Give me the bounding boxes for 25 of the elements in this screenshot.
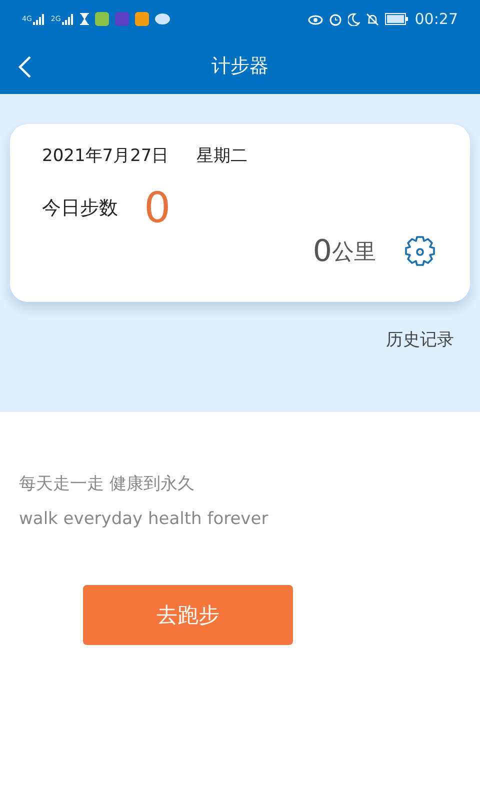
weekday-text: 星期二 xyxy=(196,145,248,167)
muted-bell-icon xyxy=(366,12,379,26)
slogan-text: 每天走一走 健康到永久 xyxy=(19,473,196,495)
steps-label: 今日步数 xyxy=(42,196,118,220)
app-icon xyxy=(134,12,149,26)
chat-icon xyxy=(154,12,170,26)
history-link[interactable]: 历史记录 xyxy=(386,328,454,351)
back-icon[interactable] xyxy=(18,55,32,79)
distance-value: 0 xyxy=(312,234,332,269)
hourglass-icon xyxy=(80,13,89,25)
slogan-english: walk everyday health forever xyxy=(19,509,270,529)
signal-icon xyxy=(62,14,74,24)
signal-icon xyxy=(32,14,45,24)
step-count: 0 xyxy=(144,183,171,232)
date-text: 2021年7月27日 xyxy=(42,145,169,167)
settings-icon[interactable] xyxy=(402,234,438,268)
battery-icon xyxy=(384,13,409,25)
app-icon xyxy=(114,12,129,26)
page-title: 计步器 xyxy=(212,54,268,79)
alarm-icon xyxy=(328,12,342,26)
moon-icon xyxy=(348,12,360,26)
distance-unit: 公里 xyxy=(332,238,376,266)
app-icon xyxy=(94,12,109,26)
status-time: 00:27 xyxy=(414,10,458,28)
eye-icon xyxy=(308,14,323,24)
